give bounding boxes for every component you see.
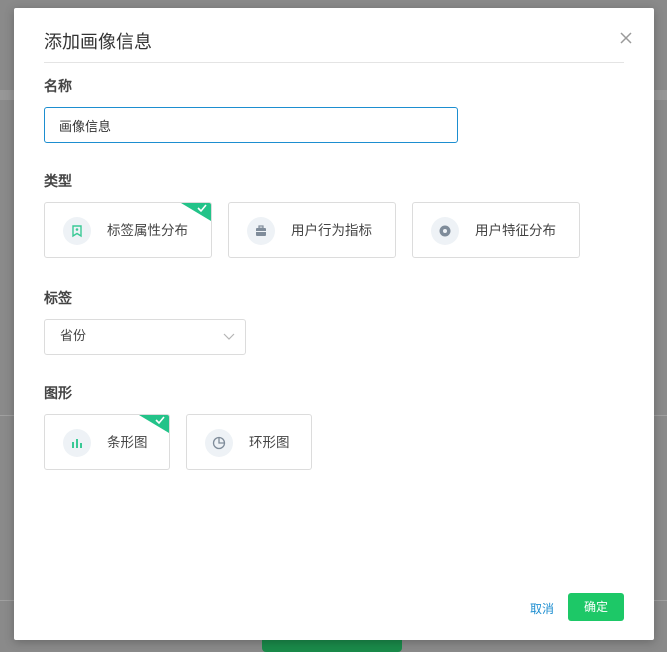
tag-select[interactable]: 省份 <box>44 319 246 355</box>
type-option-tag-distribution[interactable]: 标签属性分布 <box>44 202 212 258</box>
check-icon <box>155 416 165 425</box>
chart-label: 图形 <box>44 386 72 402</box>
name-input[interactable] <box>44 107 458 143</box>
tag-label: 标签 <box>44 291 72 307</box>
tag-select-value: 省份 <box>60 329 87 344</box>
type-option-label: 标签属性分布 <box>107 223 188 239</box>
chevron-down-icon <box>223 333 235 340</box>
cancel-button[interactable]: 取消 <box>530 600 554 617</box>
dialog-title: 添加画像信息 <box>44 32 152 53</box>
type-option-label: 用户特征分布 <box>475 223 556 239</box>
bar-chart-icon <box>63 429 91 457</box>
chart-option-bar[interactable]: 条形图 <box>44 414 170 470</box>
type-label: 类型 <box>44 174 72 190</box>
tag-icon <box>63 217 91 245</box>
type-option-behavior-metrics[interactable]: 用户行为指标 <box>228 202 396 258</box>
type-option-feature-distribution[interactable]: 用户特征分布 <box>412 202 580 258</box>
briefcase-icon <box>247 217 275 245</box>
target-icon <box>431 217 459 245</box>
name-label: 名称 <box>44 79 72 95</box>
check-icon <box>197 204 207 213</box>
chart-option-label: 环形图 <box>249 435 290 451</box>
chart-option-donut[interactable]: 环形图 <box>186 414 312 470</box>
close-icon[interactable] <box>616 28 636 48</box>
pie-chart-icon <box>205 429 233 457</box>
type-option-label: 用户行为指标 <box>291 223 372 239</box>
title-divider <box>44 62 624 63</box>
add-profile-dialog: 添加画像信息 名称 类型 标签属性分布 用户行为指 <box>14 8 654 640</box>
confirm-button[interactable]: 确定 <box>568 593 624 621</box>
